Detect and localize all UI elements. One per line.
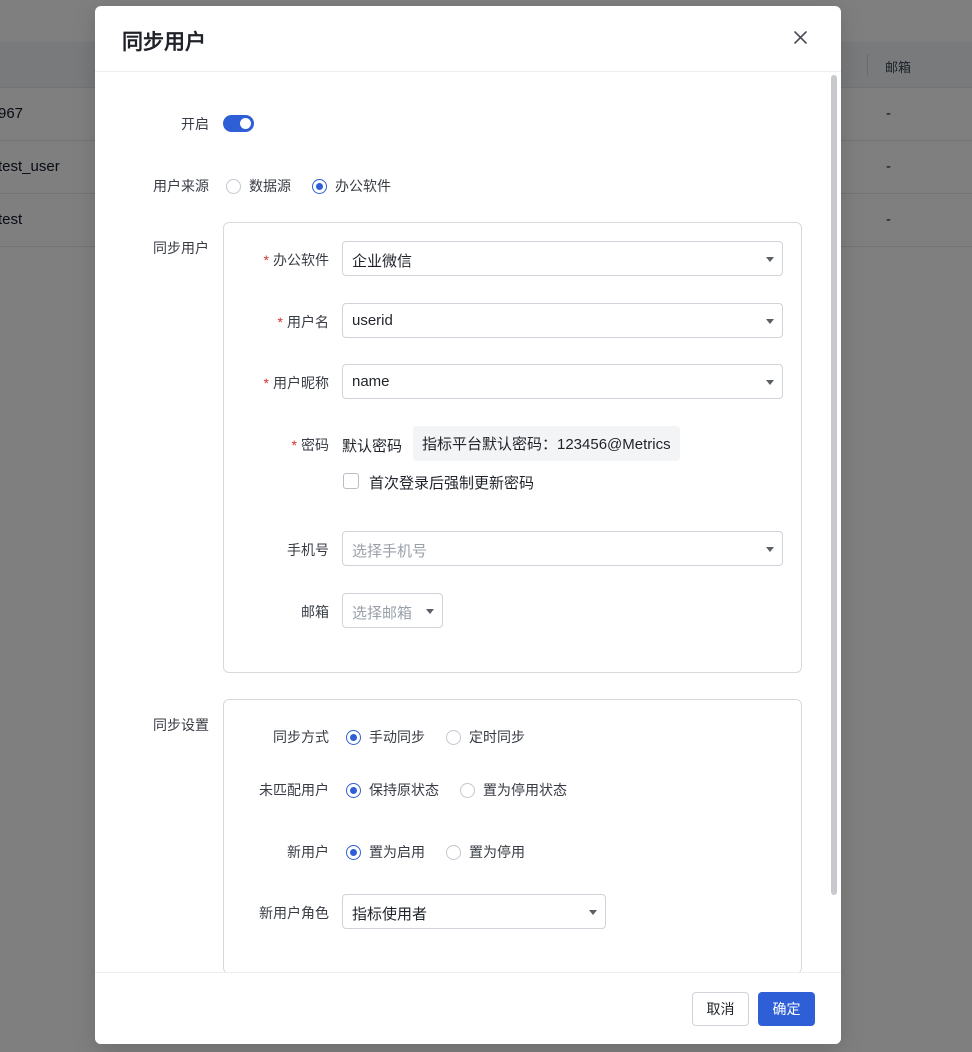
method-option-manual[interactable]: 手动同步 xyxy=(346,727,425,747)
radio-indicator xyxy=(346,782,361,798)
required-mark: * xyxy=(263,375,269,391)
method-radio-group: 手动同步 定时同步 xyxy=(346,727,525,747)
new-role-label: 新用户角色 xyxy=(259,905,329,921)
new-role-select[interactable]: 指标使用者 xyxy=(342,894,606,929)
email-select[interactable]: 选择邮箱 xyxy=(342,593,443,628)
nickname-select-value: name xyxy=(352,373,390,390)
caret-down-icon xyxy=(766,257,774,262)
radio-indicator xyxy=(446,729,461,745)
caret-down-icon xyxy=(766,380,774,385)
sync-user-section-label: 同步用户 xyxy=(153,240,209,256)
close-button[interactable] xyxy=(787,24,815,52)
radio-indicator xyxy=(346,844,361,860)
unmatched-option-keep[interactable]: 保持原状态 xyxy=(346,780,439,800)
new-user-option-disable[interactable]: 置为停用 xyxy=(446,842,525,862)
caret-down-icon xyxy=(766,547,774,552)
sync-user-modal: 同步用户 开启 用户来源 数据源 办公软件 同步用户 * 办公软件 企业微信 *… xyxy=(95,6,841,1044)
radio-indicator xyxy=(346,729,361,745)
radio-indicator xyxy=(446,844,461,860)
sync-user-panel: * 办公软件 企业微信 * 用户名 userid * 用户昵称 name * 密码 默认… xyxy=(223,222,802,673)
enable-toggle[interactable] xyxy=(223,115,254,132)
force-change-checkbox[interactable] xyxy=(343,473,359,489)
password-label: * 密码 xyxy=(291,437,329,453)
required-mark: * xyxy=(291,437,297,453)
username-select-value: userid xyxy=(352,312,393,329)
enable-label: 开启 xyxy=(181,116,209,132)
modal-footer: 取消 确定 xyxy=(95,972,841,1044)
new-user-option-enable[interactable]: 置为启用 xyxy=(346,842,425,862)
force-change-label: 首次登录后强制更新密码 xyxy=(369,475,535,492)
required-mark: * xyxy=(277,314,283,330)
username-label: * 用户名 xyxy=(277,314,329,330)
sync-settings-section-label: 同步设置 xyxy=(153,717,209,733)
caret-down-icon xyxy=(766,319,774,324)
new-user-radio-group: 置为启用 置为停用 xyxy=(346,842,525,862)
radio-indicator xyxy=(460,782,475,798)
caret-down-icon xyxy=(589,910,597,915)
phone-label: 手机号 xyxy=(287,542,329,558)
email-label: 邮箱 xyxy=(301,604,329,620)
close-icon xyxy=(794,31,807,44)
new-role-select-value: 指标使用者 xyxy=(352,906,428,923)
toggle-knob xyxy=(240,118,251,129)
new-user-label: 新用户 xyxy=(287,844,329,860)
radio-indicator xyxy=(226,178,241,194)
modal-title: 同步用户 xyxy=(122,31,206,54)
method-label: 同步方式 xyxy=(273,729,329,745)
email-select-placeholder: 选择邮箱 xyxy=(352,605,413,622)
unmatched-option-disable[interactable]: 置为停用状态 xyxy=(460,780,567,800)
radio-label: 数据源 xyxy=(249,178,291,194)
radio-label: 保持原状态 xyxy=(369,782,439,798)
radio-label: 置为停用 xyxy=(469,844,525,860)
modal-header: 同步用户 xyxy=(95,6,841,72)
modal-scrollbar[interactable] xyxy=(831,75,837,895)
radio-label: 置为停用状态 xyxy=(483,782,567,798)
office-label: * 办公软件 xyxy=(263,252,329,268)
radio-indicator xyxy=(312,178,327,194)
office-select-value: 企业微信 xyxy=(352,253,413,270)
default-password-tag: 指标平台默认密码：123456@Metrics xyxy=(413,426,680,461)
nickname-select[interactable]: name xyxy=(342,364,783,399)
source-option-office[interactable]: 办公软件 xyxy=(312,176,391,196)
sync-settings-panel: 同步方式 手动同步 定时同步 未匹配用户 保持原状态 置为停用状态 新用户 置为… xyxy=(223,699,802,972)
phone-select-placeholder: 选择手机号 xyxy=(352,543,428,560)
radio-label: 定时同步 xyxy=(469,729,525,745)
confirm-button[interactable]: 确定 xyxy=(758,992,815,1026)
required-mark: * xyxy=(263,252,269,268)
method-option-scheduled[interactable]: 定时同步 xyxy=(446,727,525,747)
password-mode: 默认密码 xyxy=(342,438,403,455)
phone-select[interactable]: 选择手机号 xyxy=(342,531,783,566)
unmatched-label: 未匹配用户 xyxy=(259,782,329,798)
nickname-label: * 用户昵称 xyxy=(263,375,329,391)
source-option-datasource[interactable]: 数据源 xyxy=(226,176,291,196)
unmatched-radio-group: 保持原状态 置为停用状态 xyxy=(346,780,567,800)
radio-label: 置为启用 xyxy=(369,844,425,860)
username-select[interactable]: userid xyxy=(342,303,783,338)
source-label: 用户来源 xyxy=(153,178,209,194)
caret-down-icon xyxy=(426,609,434,614)
modal-body: 开启 用户来源 数据源 办公软件 同步用户 * 办公软件 企业微信 * 用户名 … xyxy=(95,72,841,972)
cancel-button[interactable]: 取消 xyxy=(692,992,749,1026)
radio-label: 手动同步 xyxy=(369,729,425,745)
radio-label: 办公软件 xyxy=(335,178,391,194)
source-radio-group: 数据源 办公软件 xyxy=(226,176,391,196)
office-select[interactable]: 企业微信 xyxy=(342,241,783,276)
